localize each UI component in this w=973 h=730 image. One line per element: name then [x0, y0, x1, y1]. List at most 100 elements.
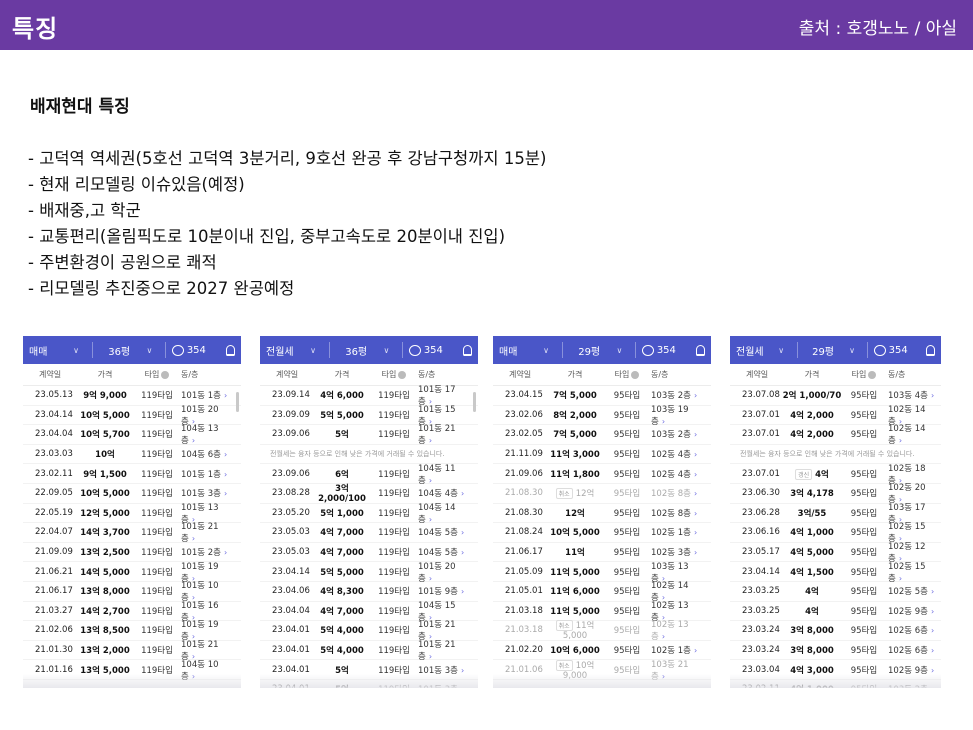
info-icon[interactable]: [868, 370, 877, 379]
chevron-right-icon[interactable]: ›: [694, 470, 697, 479]
bell-icon[interactable]: [695, 344, 706, 356]
table-row[interactable]: 23.03.24 3억 8,000 95타입 102동 6층 ›: [730, 641, 941, 661]
deal-type-select[interactable]: 매매: [499, 343, 536, 358]
row-date: 23.03.24: [742, 625, 780, 636]
chevron-right-icon[interactable]: ›: [694, 528, 697, 537]
table-row[interactable]: 22.04.07 14억 3,700 119타입 101동 21층 ›: [23, 522, 241, 544]
chevron-right-icon[interactable]: ›: [461, 587, 464, 596]
chevron-right-icon[interactable]: ›: [931, 646, 934, 655]
row-type: 119타입: [378, 626, 410, 637]
chevron-right-icon[interactable]: ›: [694, 646, 697, 655]
table-row[interactable]: 23.09.06 5억 119타입 101동 21층 ›: [260, 424, 478, 446]
chevron-down-icon[interactable]: ∨: [303, 346, 323, 355]
comment-icon[interactable]: [874, 344, 886, 356]
bell-icon[interactable]: [926, 344, 936, 356]
table-row[interactable]: 21.03.18 취소 11억 5,000 95타입 102동 13층 ›: [493, 620, 711, 642]
size-select[interactable]: 36평: [99, 343, 140, 358]
table-row[interactable]: 23.05.20 5억 1,000 119타입 104동 14층 ›: [260, 503, 478, 525]
chevron-right-icon[interactable]: ›: [224, 548, 227, 557]
row-price: 10억 5,000: [73, 487, 137, 499]
chevron-right-icon[interactable]: ›: [694, 430, 697, 439]
size-select[interactable]: 29평: [803, 343, 842, 358]
info-icon[interactable]: [631, 370, 640, 379]
row-floor-value: 102동 15층: [888, 561, 926, 584]
chevron-right-icon[interactable]: ›: [694, 489, 697, 498]
table-row[interactable]: 23.04.04 10억 5,700 119타입 104동 13층 ›: [23, 424, 241, 446]
scrollbar[interactable]: [473, 392, 476, 412]
chevron-right-icon[interactable]: ›: [461, 528, 464, 537]
table-row[interactable]: 23.07.01 4억 2,000 95타입 102동 14층 ›: [730, 424, 941, 446]
chevron-down-icon[interactable]: ∨: [140, 346, 160, 355]
size-select[interactable]: 29평: [569, 343, 610, 358]
table-row[interactable]: 23.09.06 6억 119타입 104동 11층 ›: [260, 464, 478, 486]
chevron-right-icon[interactable]: ›: [694, 548, 697, 557]
row-date: 21.06.17: [505, 547, 543, 558]
deal-type-select[interactable]: 전월세: [266, 343, 303, 358]
table-row[interactable]: 21.08.24 10억 5,000 95타입 102동 1층 ›: [493, 523, 711, 543]
chevron-right-icon[interactable]: ›: [224, 450, 227, 459]
deal-type-select[interactable]: 매매: [29, 343, 66, 358]
bell-icon[interactable]: [225, 344, 236, 356]
chevron-right-icon[interactable]: ›: [931, 607, 934, 616]
divider: [561, 342, 563, 358]
column-type: 타입: [844, 369, 884, 380]
chevron-right-icon[interactable]: ›: [694, 391, 697, 400]
chevron-right-icon[interactable]: ›: [931, 391, 934, 400]
chevron-right-icon[interactable]: ›: [429, 476, 432, 485]
table-row[interactable]: 23.03.24 3억 8,000 95타입 102동 6층 ›: [730, 621, 941, 641]
bell-icon[interactable]: [462, 344, 473, 356]
chevron-down-icon[interactable]: ∨: [843, 346, 862, 355]
chevron-right-icon[interactable]: ›: [662, 632, 665, 641]
chevron-right-icon[interactable]: ›: [899, 436, 902, 445]
table-row[interactable]: 21.09.06 11억 1,800 95타입 102동 4층 ›: [493, 464, 711, 484]
chevron-right-icon[interactable]: ›: [931, 626, 934, 635]
chevron-right-icon[interactable]: ›: [192, 534, 195, 543]
table-row[interactable]: 23.02.11 9억 1,500 119타입 101동 1층 ›: [23, 464, 241, 484]
chevron-right-icon[interactable]: ›: [429, 574, 432, 583]
table-row[interactable]: 23.02.05 7억 5,000 95타입 103동 2층 ›: [493, 425, 711, 445]
chevron-down-icon[interactable]: ∨: [377, 346, 397, 355]
row-price-value: 14억 2,700: [80, 606, 130, 617]
chevron-right-icon[interactable]: ›: [192, 436, 195, 445]
table-row[interactable]: 21.08.30 취소 12억 95타입 102동 8층 ›: [493, 484, 711, 504]
chevron-right-icon[interactable]: ›: [931, 587, 934, 596]
table-row[interactable]: 23.04.14 5억 5,000 119타입 101동 20층 ›: [260, 562, 478, 584]
table-row[interactable]: 23.02.06 8억 2,000 95타입 103동 19층 ›: [493, 405, 711, 427]
chevron-right-icon[interactable]: ›: [899, 574, 902, 583]
chevron-down-icon[interactable]: ∨: [610, 346, 630, 355]
chevron-right-icon[interactable]: ›: [429, 515, 432, 524]
scrollbar[interactable]: [236, 392, 239, 412]
info-icon[interactable]: [161, 370, 170, 379]
column-header: 계약일 가격 타입 동/층: [730, 364, 941, 386]
chevron-right-icon[interactable]: ›: [461, 489, 464, 498]
comment-icon[interactable]: [172, 344, 184, 356]
chevron-down-icon[interactable]: ∨: [66, 346, 86, 355]
info-icon[interactable]: [398, 370, 407, 379]
chevron-right-icon[interactable]: ›: [224, 470, 227, 479]
table-row[interactable]: 23.03.03 10억 119타입 104동 6층 ›: [23, 445, 241, 465]
size-select[interactable]: 36평: [336, 343, 377, 358]
table-row[interactable]: 23.04.14 4억 1,500 95타입 102동 15층 ›: [730, 561, 941, 584]
status-badge: 취소: [555, 620, 573, 632]
deal-type-select[interactable]: 전월세: [736, 343, 772, 358]
comment-icon[interactable]: [409, 344, 421, 356]
table-row[interactable]: 23.04.01 5억 4,000 119타입 101동 21층 ›: [260, 640, 478, 662]
table-row[interactable]: 23.03.25 4억 95타입 102동 5층 ›: [730, 582, 941, 602]
chevron-right-icon[interactable]: ›: [662, 417, 665, 426]
row-date: 23.04.01: [272, 645, 310, 656]
chevron-right-icon[interactable]: ›: [224, 391, 227, 400]
chevron-right-icon[interactable]: ›: [694, 450, 697, 459]
chevron-right-icon[interactable]: ›: [429, 652, 432, 661]
chevron-right-icon[interactable]: ›: [429, 436, 432, 445]
chevron-right-icon[interactable]: ›: [694, 509, 697, 518]
chevron-right-icon[interactable]: ›: [224, 489, 227, 498]
table-row[interactable]: 21.11.09 11억 3,000 95타입 102동 4층 ›: [493, 445, 711, 465]
table-row[interactable]: 23.03.25 4억 95타입 102동 9층 ›: [730, 602, 941, 622]
chevron-right-icon[interactable]: ›: [461, 548, 464, 557]
chevron-down-icon[interactable]: ∨: [536, 346, 556, 355]
row-price: 7억 5,000: [543, 428, 607, 440]
comment-icon[interactable]: [642, 344, 654, 356]
table-row[interactable]: 21.08.30 12억 95타입 102동 8층 ›: [493, 504, 711, 524]
chevron-down-icon[interactable]: ∨: [772, 346, 791, 355]
table-row[interactable]: 23.05.03 4억 7,000 119타입 104동 5층 ›: [260, 523, 478, 543]
